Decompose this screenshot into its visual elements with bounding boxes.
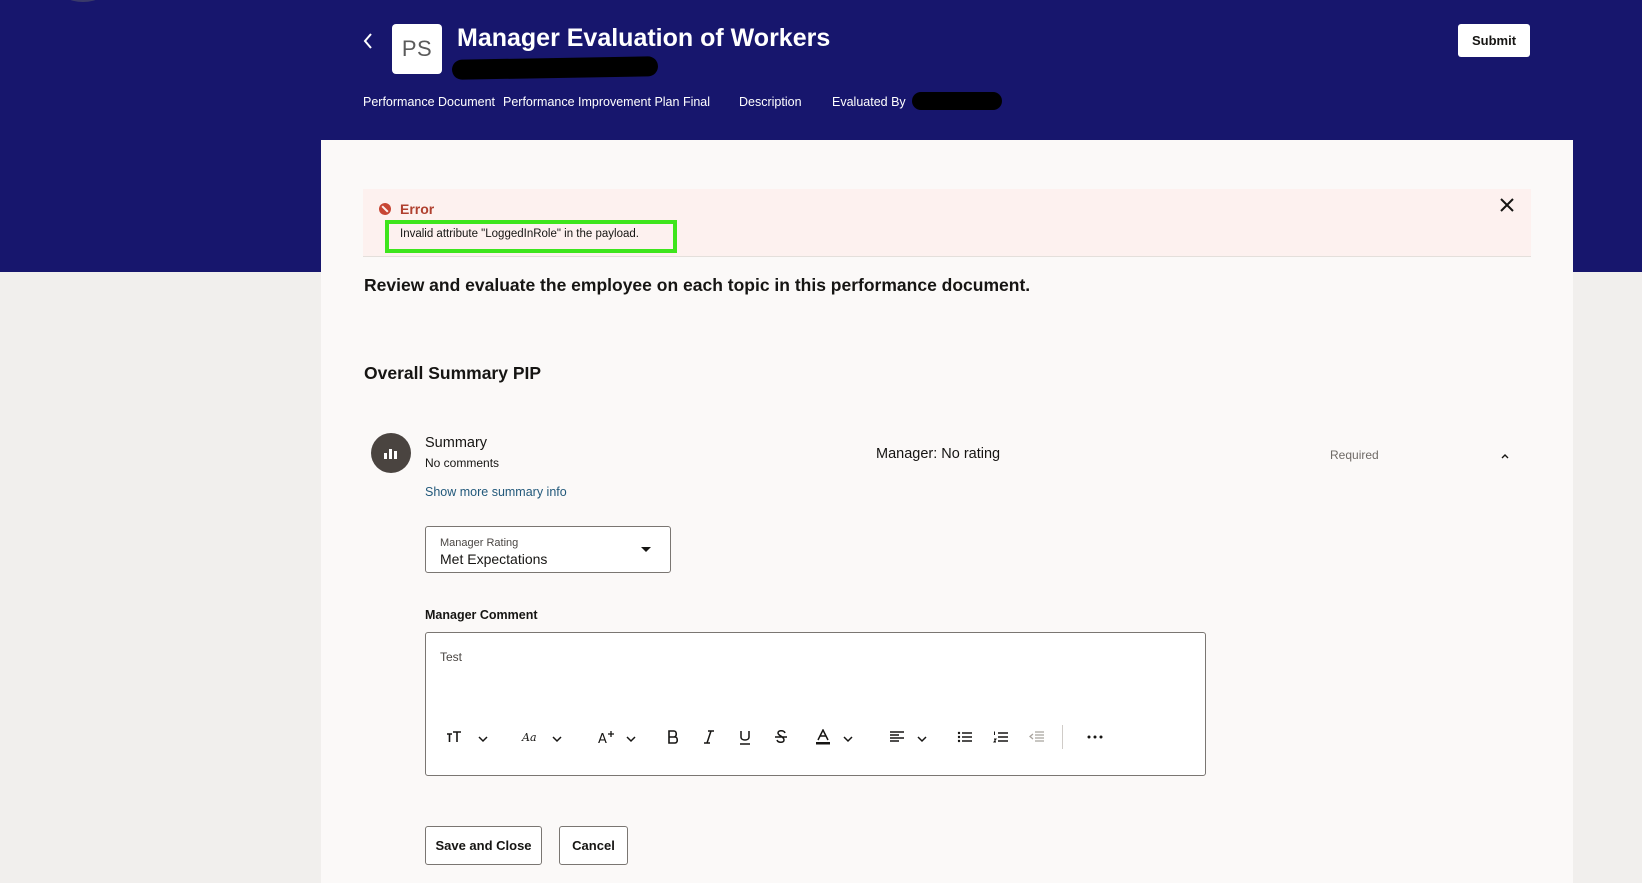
redacted-evaluator xyxy=(912,92,1002,110)
italic-button[interactable] xyxy=(698,725,720,749)
manager-comment-editor[interactable] xyxy=(425,632,1206,776)
text-size-icon xyxy=(447,731,461,742)
chevron-down-icon xyxy=(478,736,488,743)
chevron-down-icon xyxy=(552,736,562,743)
underline-button[interactable] xyxy=(734,725,756,749)
strikethrough-icon xyxy=(775,730,787,743)
font-size-icon: A xyxy=(598,731,614,745)
chevron-down-icon xyxy=(626,736,636,743)
manager-rating-status: Manager: No rating xyxy=(876,446,1001,462)
chevron-down-icon xyxy=(917,736,927,743)
chart-icon xyxy=(384,449,397,459)
more-icon xyxy=(1087,735,1103,739)
outdent-button[interactable] xyxy=(1026,725,1048,749)
italic-icon xyxy=(704,730,714,744)
manager-comment-label: Manager Comment xyxy=(425,608,538,622)
chevron-up-icon xyxy=(1501,454,1509,459)
summary-avatar xyxy=(371,433,411,473)
outdent-icon xyxy=(1029,731,1044,742)
font-family-icon: Aa xyxy=(521,731,537,744)
bullet-list-button[interactable] xyxy=(954,725,976,749)
chevron-down-icon xyxy=(843,736,853,743)
underline-icon xyxy=(740,731,750,745)
strikethrough-button[interactable] xyxy=(770,725,792,749)
more-options-button[interactable] xyxy=(1084,725,1106,749)
text-color-icon xyxy=(816,729,830,745)
font-size-button[interactable]: A xyxy=(596,725,618,749)
error-icon xyxy=(379,203,391,215)
align-button[interactable] xyxy=(886,725,908,749)
font-family-button[interactable]: Aa xyxy=(520,725,542,749)
numbered-list-icon xyxy=(993,731,1008,743)
page-title: Manager Evaluation of Workers xyxy=(457,24,831,52)
close-error-button[interactable] xyxy=(1498,196,1516,214)
svg-text:A: A xyxy=(598,732,607,745)
collapse-button[interactable] xyxy=(1499,448,1511,459)
error-title: Error xyxy=(400,201,435,217)
font-size-dropdown[interactable] xyxy=(625,731,637,743)
toolbar-divider xyxy=(1062,725,1063,749)
manager-comment-text[interactable]: Test xyxy=(440,650,462,664)
text-format-dropdown[interactable] xyxy=(477,731,489,743)
chevron-left-icon xyxy=(363,33,372,49)
align-dropdown[interactable] xyxy=(916,731,928,743)
performance-document-value: Performance Improvement Plan Final xyxy=(503,95,711,109)
section-title: Overall Summary PIP xyxy=(364,363,542,383)
submit-button[interactable]: Submit xyxy=(1458,24,1530,57)
close-icon xyxy=(1500,198,1514,212)
bold-icon xyxy=(668,730,679,744)
show-more-summary-link[interactable]: Show more summary info xyxy=(425,485,567,499)
text-format-button[interactable] xyxy=(444,725,466,749)
redacted-subtitle xyxy=(451,56,659,80)
summary-title: Summary xyxy=(425,435,488,451)
manager-rating-label: Manager Rating xyxy=(440,537,519,549)
error-message: Invalid attribute "LoggedInRole" in the … xyxy=(400,228,639,240)
svg-text:Aa: Aa xyxy=(521,731,537,744)
save-and-close-button[interactable]: Save and Close xyxy=(425,826,542,865)
document-badge: PS xyxy=(392,24,442,74)
bold-button[interactable] xyxy=(662,725,684,749)
manager-rating-value: Met Expectations xyxy=(440,551,548,567)
performance-document-label: Performance Document xyxy=(363,95,496,109)
text-color-dropdown[interactable] xyxy=(842,731,854,743)
caret-down-icon xyxy=(641,547,651,552)
align-left-icon xyxy=(890,731,904,742)
evaluated-by-label: Evaluated By xyxy=(832,95,906,109)
bullet-list-icon xyxy=(957,731,972,743)
back-button[interactable] xyxy=(358,30,380,52)
cancel-button[interactable]: Cancel xyxy=(559,826,628,865)
required-label: Required xyxy=(1330,448,1379,462)
text-color-button[interactable] xyxy=(812,725,834,749)
font-family-dropdown[interactable] xyxy=(551,731,563,743)
summary-subtitle: No comments xyxy=(425,456,500,470)
instructions-text: Review and evaluate the employee on each… xyxy=(364,275,1031,295)
description-label: Description xyxy=(739,95,802,109)
numbered-list-button[interactable] xyxy=(990,725,1012,749)
